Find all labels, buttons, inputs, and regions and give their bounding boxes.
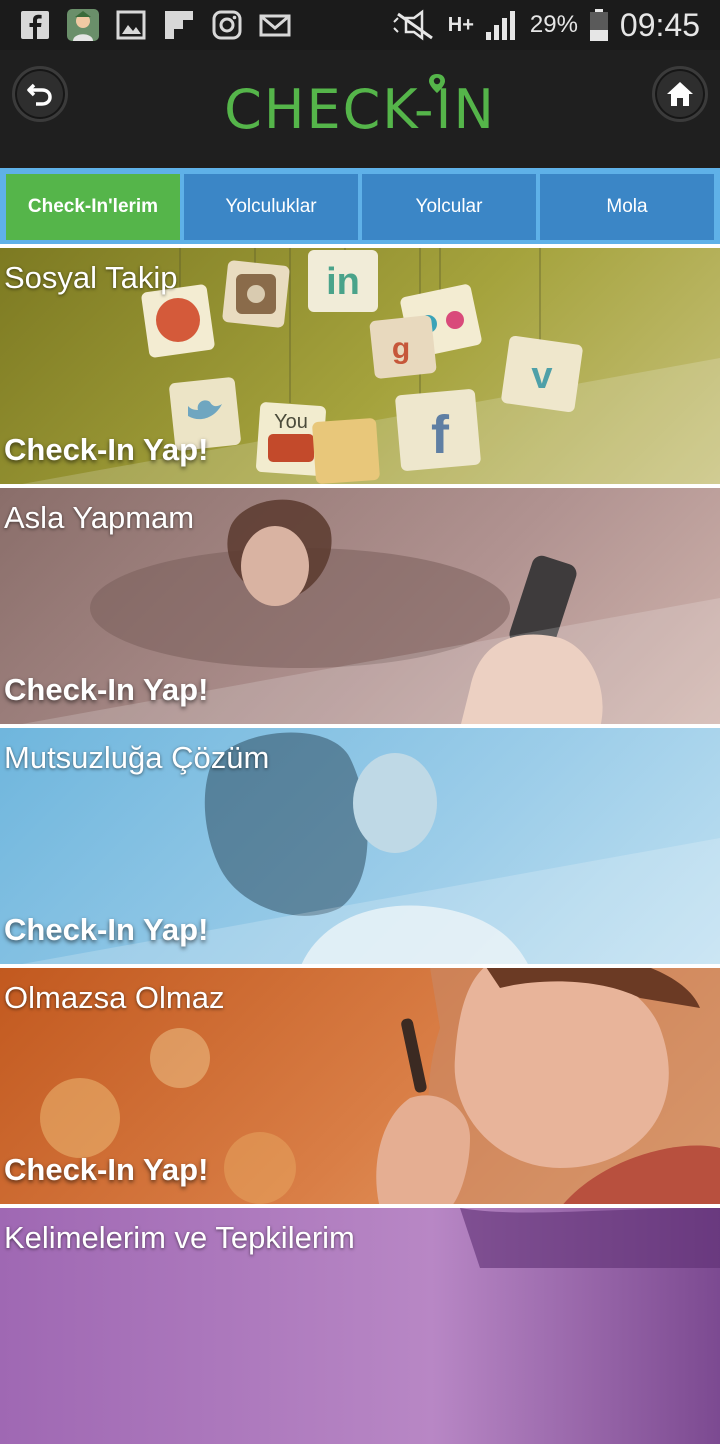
instagram-tile bbox=[222, 260, 290, 328]
home-button[interactable] bbox=[652, 66, 708, 122]
check-in-button[interactable]: Check-In Yap! bbox=[4, 912, 208, 948]
notification-icons bbox=[18, 8, 292, 42]
svg-text:g: g bbox=[392, 332, 410, 365]
card-sosyal-takip[interactable]: in g v You f Sosyal Takip Check-In Yap! bbox=[0, 244, 720, 484]
tab-bar: Check-In'lerim Yolculuklar Yolcular Mola bbox=[0, 168, 720, 244]
flipboard-icon bbox=[165, 11, 193, 39]
tab-yolculuklar[interactable]: Yolculuklar bbox=[184, 174, 358, 240]
app-logo: CHECK-IN bbox=[224, 78, 496, 141]
card-kelimelerim-ve-tepkilerim[interactable]: Kelimelerim ve Tepkilerim bbox=[0, 1204, 720, 1444]
svg-text:in: in bbox=[326, 261, 360, 303]
google-plus-tile: g bbox=[369, 315, 437, 379]
system-indicators: H+ 29% 09:45 bbox=[392, 6, 700, 44]
network-type: H+ bbox=[447, 14, 474, 36]
check-in-button[interactable]: Check-In Yap! bbox=[4, 432, 208, 468]
check-in-button[interactable]: Check-In Yap! bbox=[4, 672, 208, 708]
svg-text:v: v bbox=[531, 355, 552, 397]
card-title: Kelimelerim ve Tepkilerim bbox=[4, 1220, 355, 1255]
facebook-tile: f bbox=[395, 389, 481, 471]
gallery-icon bbox=[116, 10, 146, 40]
mute-icon bbox=[393, 9, 433, 41]
battery-icon bbox=[589, 9, 608, 41]
card-olmazsa-olmaz[interactable]: Olmazsa Olmaz Check-In Yap! bbox=[0, 964, 720, 1204]
card-list: in g v You f Sosyal Takip Check-In Yap! … bbox=[0, 244, 720, 1444]
tab-check-inlerim[interactable]: Check-In'lerim bbox=[6, 174, 180, 240]
card-asla-yapmam[interactable]: Asla Yapmam Check-In Yap! bbox=[0, 484, 720, 724]
vimeo-tile: v bbox=[501, 335, 583, 413]
instagram-icon bbox=[212, 10, 242, 40]
card-title: Asla Yapmam bbox=[4, 500, 195, 535]
clock: 09:45 bbox=[619, 6, 700, 43]
card-title: Mutsuzluğa Çözüm bbox=[4, 740, 270, 775]
avatar-icon bbox=[67, 9, 99, 41]
mail-icon bbox=[259, 14, 291, 37]
signal-icon bbox=[485, 11, 515, 40]
card-mutsuzluga-cozum[interactable]: Mutsuzluğa Çözüm Check-In Yap! bbox=[0, 724, 720, 964]
card-title: Sosyal Takip bbox=[4, 260, 178, 295]
battery-percent: 29% bbox=[529, 11, 578, 38]
map-pin-icon bbox=[429, 74, 445, 93]
blogger-tile bbox=[312, 418, 380, 484]
facebook-icon bbox=[21, 11, 49, 40]
status-bar: H+ 29% 09:45 bbox=[0, 0, 720, 50]
check-in-button[interactable]: Check-In Yap! bbox=[4, 1152, 208, 1188]
card-title: Olmazsa Olmaz bbox=[4, 980, 225, 1015]
svg-text:You: You bbox=[274, 411, 308, 433]
linkedin-tile: in bbox=[308, 250, 378, 312]
svg-text:f: f bbox=[431, 405, 450, 465]
app-header: CHECK-IN bbox=[0, 50, 720, 168]
tab-mola[interactable]: Mola bbox=[540, 174, 714, 240]
tab-yolcular[interactable]: Yolcular bbox=[362, 174, 536, 240]
home-icon bbox=[667, 82, 693, 106]
